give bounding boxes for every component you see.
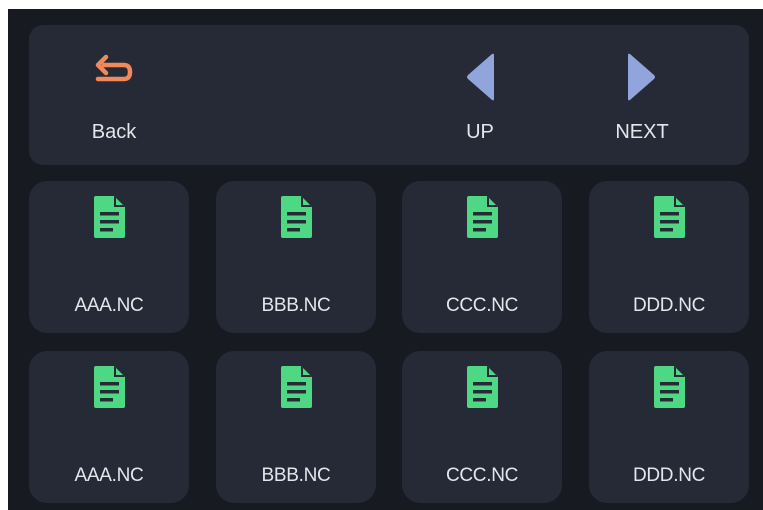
file-name: DDD.NC [632, 295, 706, 316]
up-label: UP [466, 121, 494, 143]
file-document-icon [281, 366, 312, 408]
triangle-left-icon [467, 53, 494, 101]
file-name: BBB.NC [261, 465, 331, 486]
file-tile[interactable]: DDD.NC [589, 351, 749, 503]
file-name: AAA.NC [74, 465, 144, 486]
file-tile[interactable]: AAA.NC [29, 351, 189, 503]
file-document-icon [467, 196, 498, 238]
file-tile[interactable]: BBB.NC [216, 351, 376, 503]
file-tile[interactable]: CCC.NC [402, 181, 562, 333]
navigation-toolbar: Back UP NEXT [29, 25, 749, 165]
back-button[interactable]: Back [59, 25, 169, 165]
file-tile[interactable]: DDD.NC [589, 181, 749, 333]
file-tile[interactable]: BBB.NC [216, 181, 376, 333]
file-document-icon [467, 366, 498, 408]
file-document-icon [281, 196, 312, 238]
next-button[interactable]: NEXT [587, 25, 697, 165]
file-name: AAA.NC [74, 295, 144, 316]
file-tile[interactable]: AAA.NC [29, 181, 189, 333]
file-browser-screen: Back UP NEXT AAA.NC BBB.NC CCC.NC DDD.NC… [8, 9, 763, 510]
return-arrow-icon [95, 54, 133, 82]
file-name: DDD.NC [632, 465, 706, 486]
file-tile[interactable]: CCC.NC [402, 351, 562, 503]
next-label: NEXT [615, 121, 669, 143]
triangle-right-icon [628, 53, 655, 101]
file-name: BBB.NC [261, 295, 331, 316]
file-document-icon [654, 196, 685, 238]
file-name: CCC.NC [445, 465, 519, 486]
file-document-icon [654, 366, 685, 408]
file-document-icon [94, 366, 125, 408]
up-button[interactable]: UP [425, 25, 535, 165]
file-document-icon [94, 196, 125, 238]
file-name: CCC.NC [445, 295, 519, 316]
back-label: Back [91, 121, 137, 143]
